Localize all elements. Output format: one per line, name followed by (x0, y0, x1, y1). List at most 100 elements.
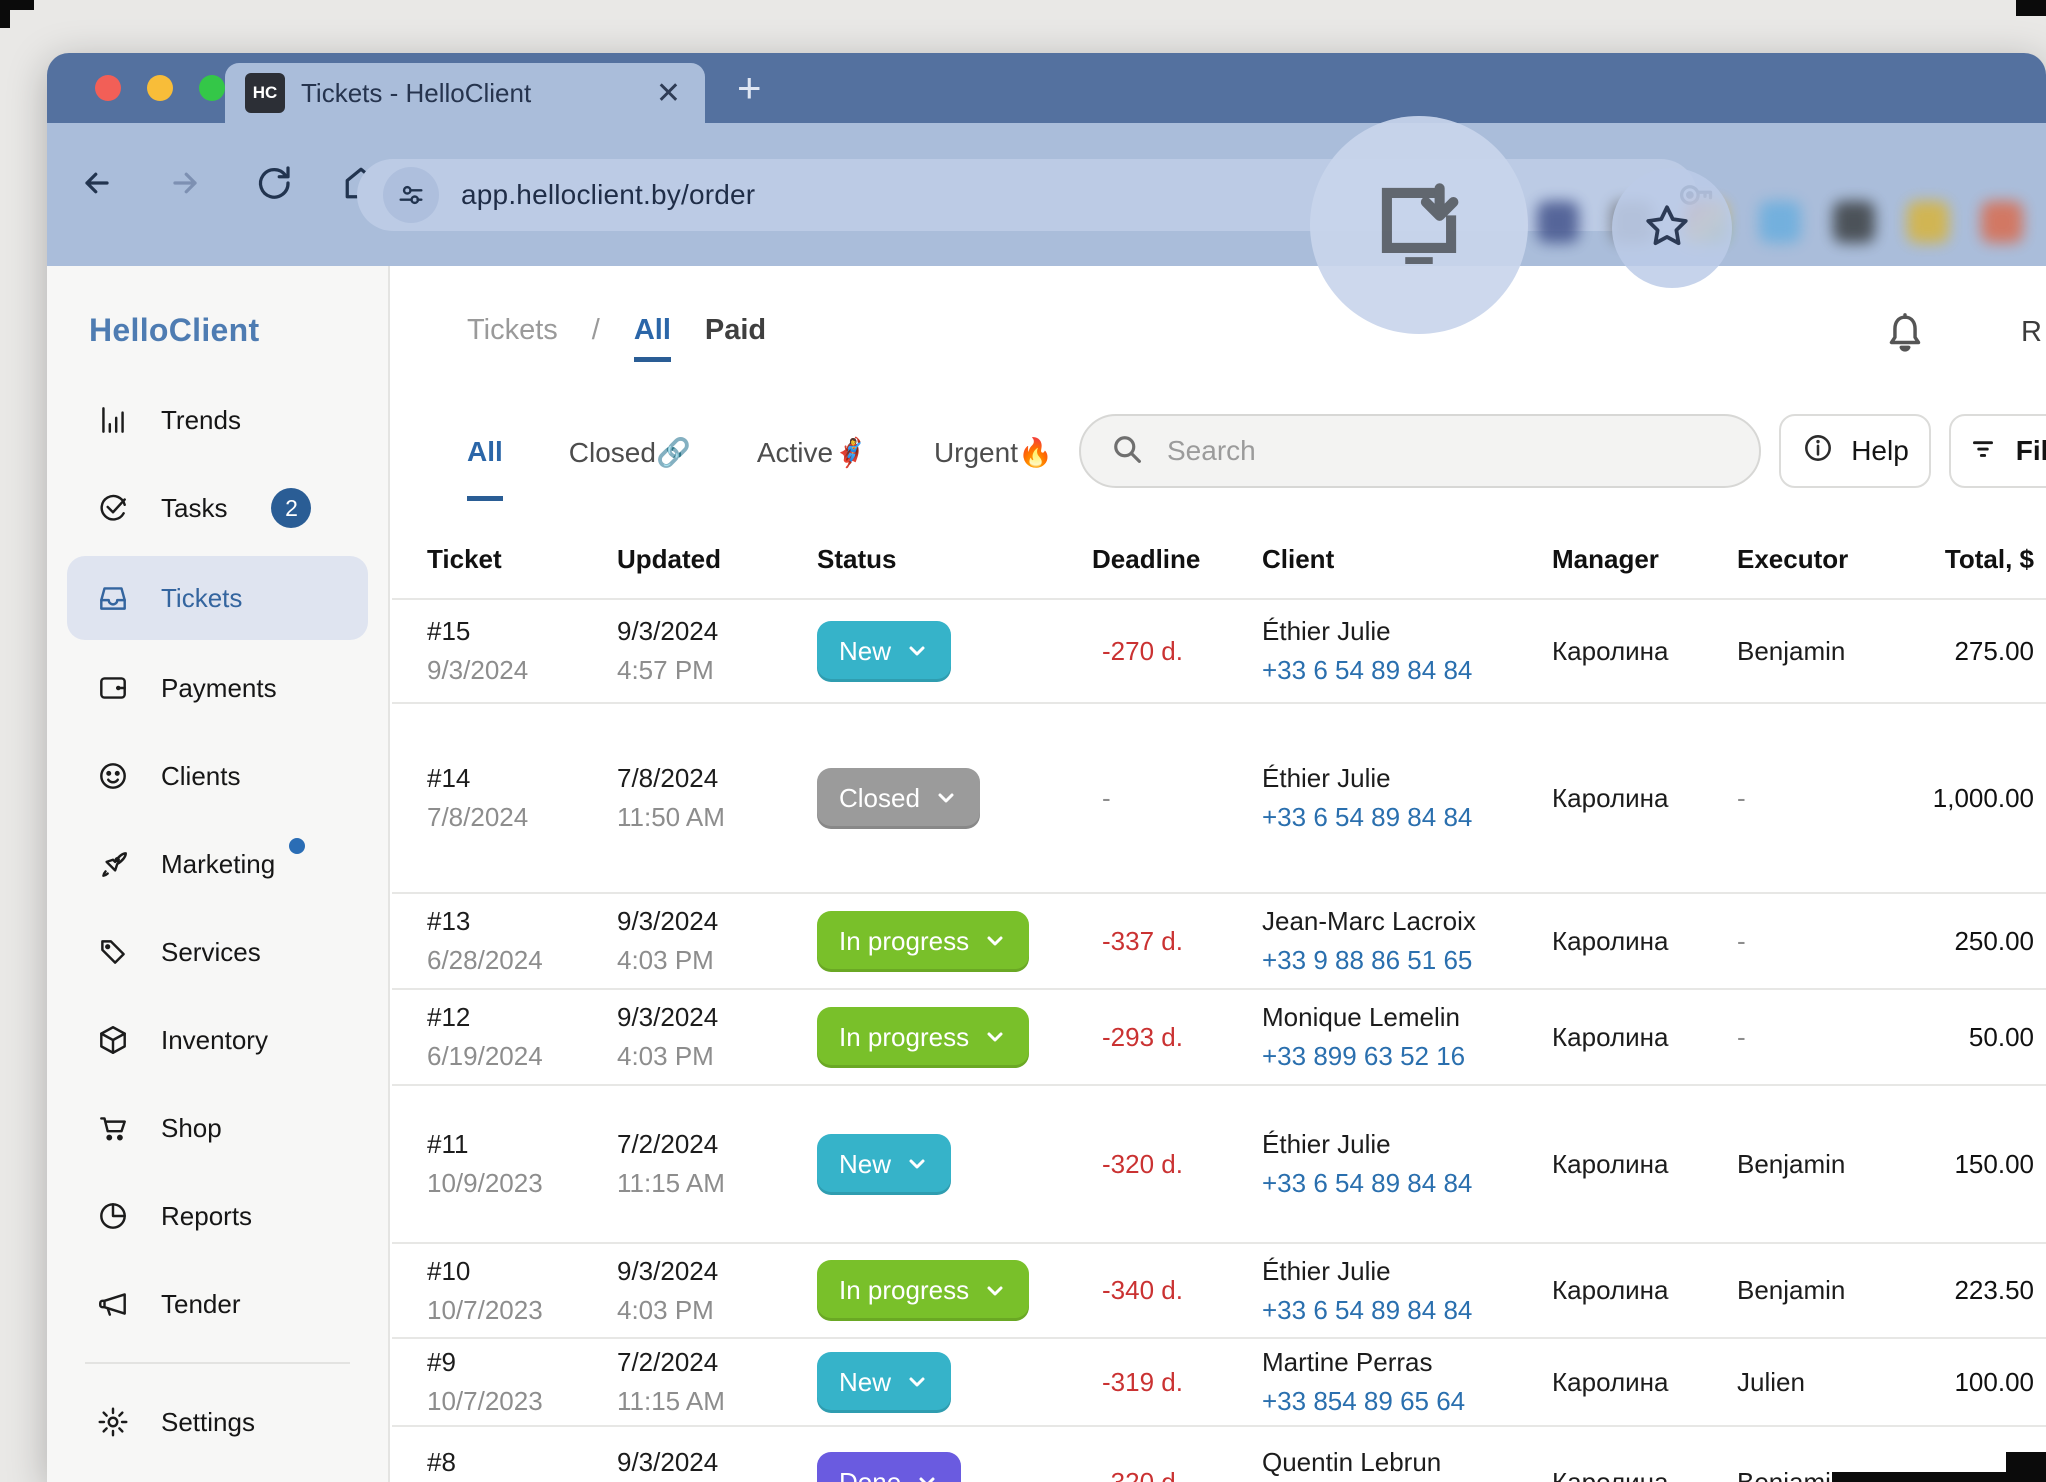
cell-ticket: #910/7/2023 (427, 1347, 617, 1417)
chevron-down-icon (934, 786, 958, 810)
cell-deadline: -320 d. (1092, 1149, 1262, 1180)
sidebar-item-marketing[interactable]: Marketing (47, 820, 388, 908)
filter-tab-all[interactable]: All (467, 436, 503, 501)
browser-tab[interactable]: HC Tickets - HelloClient ✕ (225, 63, 705, 123)
tag-icon (95, 935, 131, 969)
table-row[interactable]: #1110/9/2023 7/2/202411:15 AM New -320 d… (392, 1084, 2046, 1242)
breadcrumb-section[interactable]: Tickets (467, 314, 558, 347)
chevron-down-icon (905, 1152, 929, 1176)
user-name-partial[interactable]: R (2021, 316, 2042, 349)
client-phone-link[interactable]: +33 899 63 52 16 (1262, 1041, 1552, 1072)
rocket-icon (95, 847, 131, 881)
client-phone-link[interactable]: +33 6 54 89 84 84 (1262, 1168, 1552, 1199)
wallet-icon (95, 671, 131, 705)
sidebar-item-reports[interactable]: Reports (47, 1172, 388, 1260)
cell-client: Éthier Julie +33 6 54 89 84 84 (1262, 1256, 1552, 1326)
browser-window: HC Tickets - HelloClient ✕ + app (47, 53, 2046, 1482)
sidebar-item-inventory[interactable]: Inventory (47, 996, 388, 1084)
new-tab-button[interactable]: + (737, 67, 762, 109)
filter-tab-urgent[interactable]: Urgent🔥 (934, 436, 1053, 501)
bookmark-star-icon[interactable] (1642, 201, 1692, 256)
cell-deadline: -320 d. (1092, 1467, 1262, 1482)
zoom-window-button[interactable] (199, 75, 225, 101)
tickets-table: #159/3/2024 9/3/20244:57 PM New -270 d. … (392, 598, 2046, 1482)
check-circle-icon (95, 491, 131, 525)
sidebar-item-tender[interactable]: Tender (47, 1260, 388, 1348)
sidebar-item-knowledge-base[interactable]: Knowledge Base (47, 1466, 388, 1482)
marketing-notification-dot (289, 838, 305, 854)
screenshot-corner-mark (2006, 1452, 2046, 1482)
close-window-button[interactable] (95, 75, 121, 101)
sidebar-item-label: Tasks (161, 493, 227, 524)
reload-icon[interactable] (253, 163, 293, 203)
extension-icon[interactable] (1907, 201, 1949, 243)
notifications-bell-icon[interactable] (1882, 310, 1928, 361)
sidebar-divider (85, 1362, 350, 1364)
browser-tab-strip: HC Tickets - HelloClient ✕ + (47, 53, 2046, 123)
cell-status: Closed (817, 768, 1092, 829)
extension-icon[interactable] (1981, 201, 2023, 243)
sidebar-item-payments[interactable]: Payments (47, 644, 388, 732)
search-input[interactable]: Search (1079, 414, 1761, 488)
sidebar-item-tasks[interactable]: Tasks2 (47, 464, 388, 552)
cell-status: New (817, 1352, 1092, 1413)
filter-tab-closed[interactable]: Closed🔗 (569, 436, 691, 501)
help-button[interactable]: Help (1779, 414, 1931, 488)
sidebar-item-label: Clients (161, 761, 240, 792)
cell-updated: 9/3/20244:03 PM (617, 1447, 817, 1482)
info-icon (1801, 431, 1835, 472)
extension-icon[interactable] (1759, 201, 1801, 243)
table-row[interactable]: #147/8/2024 7/8/202411:50 AM Closed - Ét… (392, 702, 2046, 892)
sidebar-item-shop[interactable]: Shop (47, 1084, 388, 1172)
cell-client: Monique Lemelin +33 899 63 52 16 (1262, 1002, 1552, 1072)
filter-tab-active[interactable]: Active🦸‍♀️ (757, 436, 868, 501)
table-row[interactable]: #810/7/2023 9/3/20244:03 PM Done -320 d.… (392, 1425, 2046, 1482)
sidebar-item-tickets[interactable]: Tickets (67, 556, 368, 640)
status-dropdown[interactable]: Done (817, 1452, 961, 1482)
client-phone-link[interactable]: +33 6 54 89 84 84 (1262, 1295, 1552, 1326)
tab-all[interactable]: All (634, 314, 671, 362)
table-row[interactable]: #1010/7/2023 9/3/20244:03 PM In progress… (392, 1242, 2046, 1337)
client-phone-link[interactable]: +33 6 54 89 84 84 (1262, 655, 1552, 686)
client-phone-link[interactable]: +33 9 88 86 51 65 (1262, 945, 1552, 976)
status-dropdown[interactable]: In progress (817, 1007, 1029, 1068)
client-phone-link[interactable]: +33 854 89 65 64 (1262, 1386, 1552, 1417)
site-settings-icon[interactable] (383, 167, 439, 223)
tab-paid[interactable]: Paid (705, 314, 766, 347)
status-dropdown[interactable]: New (817, 621, 951, 682)
minimize-window-button[interactable] (147, 75, 173, 101)
cell-status: In progress (817, 1260, 1092, 1321)
cell-manager: Каролина (1552, 1022, 1737, 1053)
table-row[interactable]: #159/3/2024 9/3/20244:57 PM New -270 d. … (392, 598, 2046, 702)
screen-share-overlay[interactable] (1310, 116, 1528, 334)
filter-lines-icon (1966, 431, 2000, 472)
tab-close-icon[interactable]: ✕ (652, 76, 685, 111)
sidebar-item-trends[interactable]: Trends (47, 376, 388, 464)
sidebar-item-services[interactable]: Services (47, 908, 388, 996)
sidebar-item-clients[interactable]: Clients (47, 732, 388, 820)
chevron-down-icon (905, 1370, 929, 1394)
filter-button[interactable]: Filter (1949, 414, 2046, 488)
table-row[interactable]: #126/19/2024 9/3/20244:03 PM In progress… (392, 988, 2046, 1084)
client-phone-link[interactable]: +33 6 54 89 84 84 (1262, 802, 1552, 833)
cell-executor: - (1737, 926, 1912, 957)
status-dropdown[interactable]: In progress (817, 911, 1029, 972)
extension-icon[interactable] (1537, 201, 1579, 243)
col-deadline: Deadline (1092, 544, 1262, 575)
status-dropdown[interactable]: New (817, 1134, 951, 1195)
chevron-down-icon (983, 1279, 1007, 1303)
sidebar-item-label: Tickets (161, 583, 242, 614)
cell-total: 50.00 (1912, 1022, 2034, 1053)
back-icon[interactable] (77, 163, 117, 203)
status-dropdown[interactable]: Closed (817, 768, 980, 829)
table-row[interactable]: #910/7/2023 7/2/202411:15 AM New -319 d.… (392, 1337, 2046, 1425)
status-dropdown[interactable]: New (817, 1352, 951, 1413)
cell-deadline: -319 d. (1092, 1367, 1262, 1398)
app-logo[interactable]: HelloClient (89, 312, 259, 349)
forward-icon[interactable] (165, 163, 205, 203)
extension-icon[interactable] (1833, 201, 1875, 243)
sidebar-item-settings[interactable]: Settings (47, 1378, 388, 1466)
table-row[interactable]: #136/28/2024 9/3/20244:03 PM In progress… (392, 892, 2046, 988)
extensions-row (1537, 201, 2023, 243)
status-dropdown[interactable]: In progress (817, 1260, 1029, 1321)
